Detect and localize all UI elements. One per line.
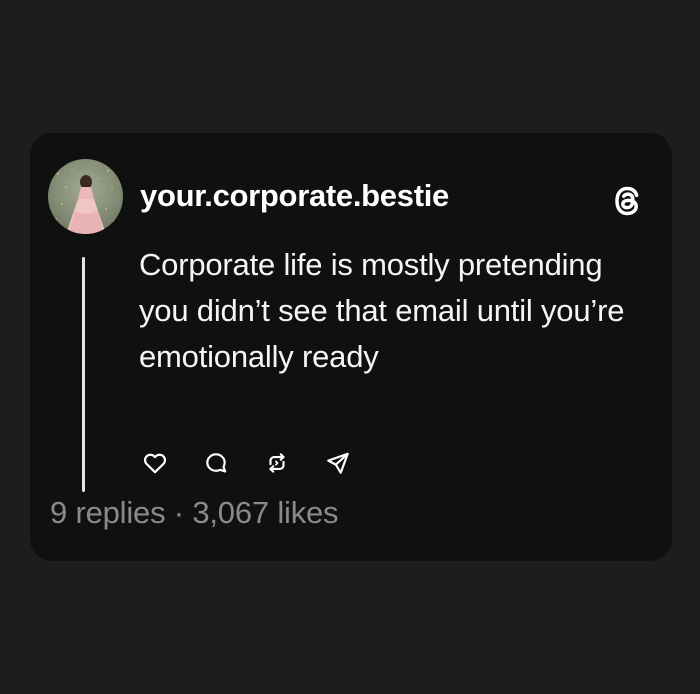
action-bar bbox=[135, 443, 379, 483]
username[interactable]: your.corporate.bestie bbox=[140, 178, 449, 214]
thread-line bbox=[82, 257, 85, 492]
stats-separator: · bbox=[173, 495, 184, 530]
likes-count[interactable]: 3,067 likes bbox=[192, 495, 338, 530]
share-icon[interactable] bbox=[318, 443, 358, 483]
post-card: your.corporate.bestie Corporate life is … bbox=[30, 133, 672, 561]
comment-icon[interactable] bbox=[196, 443, 236, 483]
post-text: Corporate life is mostly pretending you … bbox=[139, 247, 625, 374]
repost-icon[interactable] bbox=[257, 443, 297, 483]
avatar-image bbox=[55, 168, 115, 234]
avatar[interactable] bbox=[48, 159, 123, 234]
post-stats: 9 replies · 3,067 likes bbox=[50, 495, 339, 531]
heart-icon[interactable] bbox=[135, 443, 175, 483]
replies-count[interactable]: 9 replies bbox=[50, 495, 166, 530]
threads-logo-icon[interactable] bbox=[608, 181, 648, 221]
